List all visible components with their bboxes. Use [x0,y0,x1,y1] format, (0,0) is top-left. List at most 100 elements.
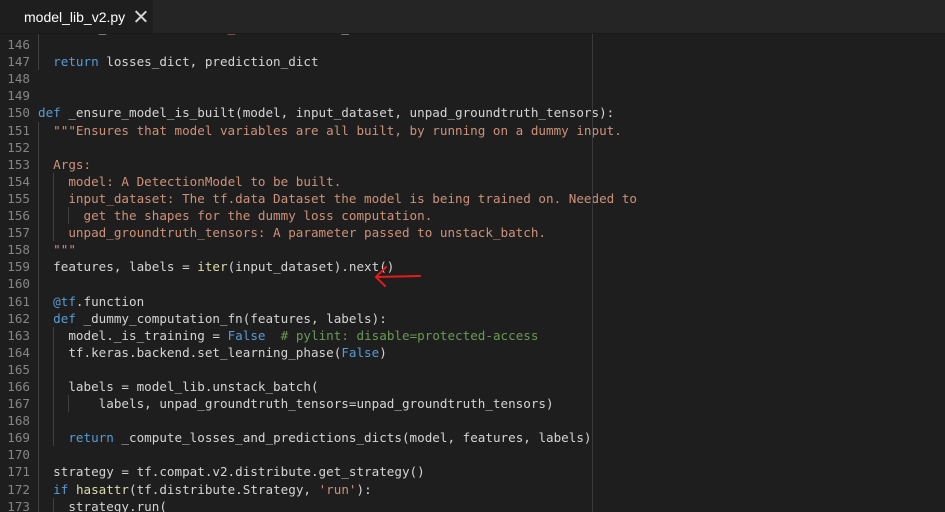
indent-guide [38,53,39,71]
indent-guide [53,377,55,396]
tab-bar: model_lib_v2.py [0,0,945,34]
line-number: 156 [7,208,30,224]
code-token: _compute_losses_and_predictions_dicts(mo… [113,430,592,446]
code-line[interactable]: 154 model: A DetectionModel to be built. [0,172,945,190]
code-editor[interactable]: 145 losses_dict['Loss/total_loss'] = tot… [0,34,945,512]
code-line[interactable]: 148 [0,70,945,87]
code-line[interactable]: 168 [0,412,945,430]
indent-guide [38,155,39,173]
column-ruler [592,34,593,512]
code-line[interactable]: 161 @tf.function [0,292,945,310]
code-line[interactable]: 172 if hasattr(tf.distribute.Strategy, '… [0,480,945,498]
line-number: 171 [7,464,30,480]
indent-guide [38,309,39,327]
line-number: 160 [7,276,30,292]
code-line[interactable]: 150 def _ensure_model_is_built(model, inp… [0,104,945,121]
code-token: def [38,105,61,121]
code-line[interactable]: 169 return _compute_losses_and_predictio… [0,429,945,447]
line-number: 149 [7,88,30,104]
indent-guide [53,207,55,225]
indent-guide [53,326,55,344]
code-token: features, labels = [53,259,198,275]
indent-guide [38,207,39,225]
indent-guide [53,412,55,430]
code-token: ] = total_loss [273,34,379,35]
line-number: 163 [7,327,30,343]
code-line[interactable]: 149 [0,87,945,104]
tab-model-lib-v2[interactable]: model_lib_v2.py [0,0,153,33]
line-number: 161 [7,293,30,309]
line-number: 172 [7,481,30,497]
line-number: 157 [7,225,30,241]
code-line[interactable]: 156 get the shapes for the dummy loss co… [0,207,945,225]
code-line[interactable]: 170 [0,446,945,464]
line-number: 167 [7,396,30,412]
code-token: .function [75,293,145,309]
line-number: 166 [7,378,30,394]
indent-guide [38,326,39,344]
code-token: # pylint: disable=protected-access [280,327,539,343]
code-line[interactable]: 164 tf.keras.backend.set_learning_phase(… [0,343,945,361]
code-token: labels, unpad_groundtruth_tensors=unpad_… [83,396,554,412]
code-token: model._is_training = [68,327,228,343]
code-line[interactable]: 171 strategy = tf.compat.v2.distribute.g… [0,463,945,481]
code-token: @tf [53,293,76,309]
indent-guide [38,497,39,512]
code-line[interactable]: 146 [0,36,945,54]
code-line[interactable]: 153 Args: [0,155,945,173]
code-line[interactable]: 157 unpad_groundtruth_tensors: A paramet… [0,224,945,242]
code-line[interactable]: 151 """Ensures that model variables are … [0,121,945,139]
indent-guide [38,480,39,498]
indent-guide [53,343,55,361]
indent-guide [68,207,70,225]
code-token: _ensure_model_is_built(model, input_data… [60,105,615,121]
line-number: 164 [7,344,30,360]
code-token: model: A DetectionModel to be built. [68,173,342,189]
code-line[interactable]: 173 strategy.run( [0,497,945,512]
indent-guide [38,360,39,378]
indent-guide [38,172,39,190]
line-number: 153 [7,156,30,172]
code-line[interactable]: 165 [0,360,945,378]
line-number: 169 [7,430,30,446]
code-line[interactable]: 147 return losses_dict, prediction_dict [0,53,945,71]
code-token: False [227,327,266,343]
close-icon[interactable] [134,10,147,23]
code-line[interactable]: 167 labels, unpad_groundtruth_tensors=un… [0,395,945,413]
indent-guide [38,429,39,447]
code-line[interactable]: 163 model._is_training = False # pylint:… [0,326,945,344]
code-token: ): [356,481,372,497]
line-number: 146 [7,37,30,53]
line-number: 170 [7,447,30,463]
code-token: get the shapes for the dummy loss comput… [83,208,433,224]
code-line[interactable]: 166 labels = model_lib.unstack_batch( [0,377,945,396]
line-number: 147 [7,54,30,70]
code-line[interactable]: 152 [0,138,945,156]
line-number: 173 [7,498,30,512]
indent-guide [38,36,39,54]
code-line[interactable]: 155 input_dataset: The tf.data Dataset t… [0,189,945,208]
code-token: """Ensures that model variables are all … [53,122,622,138]
code-line[interactable]: 159 features, labels = iter(input_datase… [0,258,945,276]
line-number: 151 [7,122,30,138]
indent-guide [53,429,55,447]
code-line[interactable]: 160 [0,275,945,293]
line-number: 158 [7,242,30,258]
code-token: Args: [53,156,92,172]
indent-guide [38,412,39,430]
indent-guide [38,292,39,310]
code-line[interactable]: 158 """ [0,241,945,259]
indent-guide [38,189,39,208]
indent-guide [38,275,39,293]
indent-guide [38,463,39,481]
code-line[interactable]: 162 def _dummy_computation_fn(features, … [0,309,945,327]
